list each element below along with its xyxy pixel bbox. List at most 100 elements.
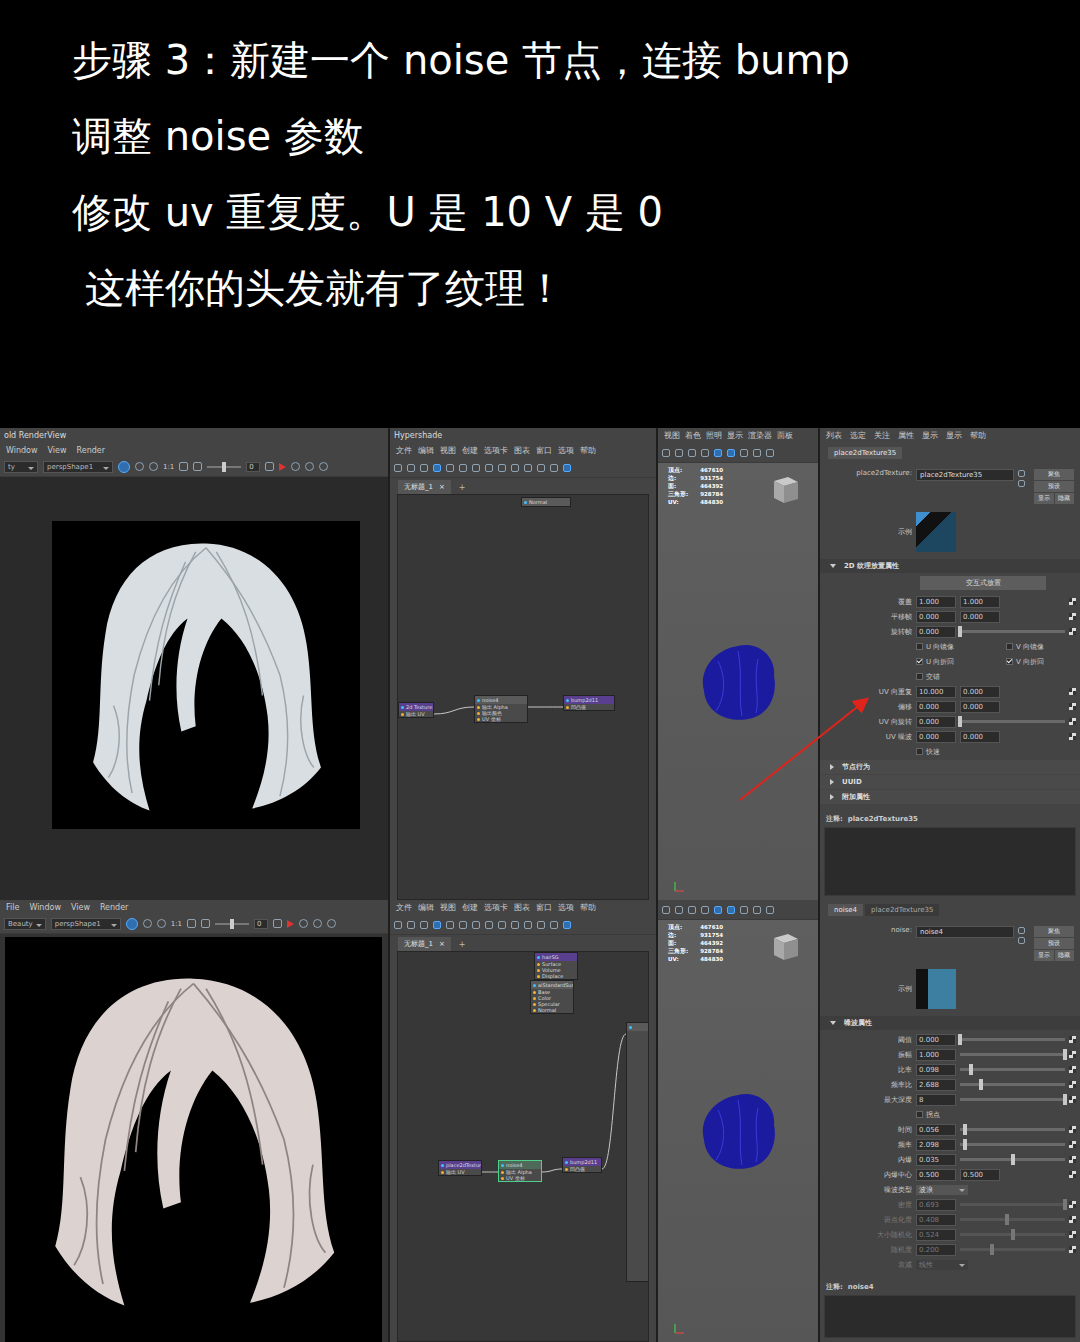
attribute-slider[interactable] <box>960 1068 1065 1071</box>
node-port[interactable]: 凹凸值 <box>564 704 614 710</box>
remove-icon[interactable] <box>472 464 480 472</box>
region-icon[interactable] <box>179 462 188 471</box>
number-field[interactable]: 8 <box>916 1094 956 1106</box>
table-icon[interactable] <box>524 464 532 472</box>
slider-knob[interactable] <box>230 919 234 929</box>
slider-knob[interactable] <box>958 716 962 727</box>
exposure-slider[interactable] <box>215 923 249 925</box>
editor-button[interactable]: 聚焦 <box>1034 926 1074 937</box>
map-texture-icon[interactable] <box>1069 733 1076 740</box>
node-port[interactable]: 输出颜色 <box>475 710 527 716</box>
add-icon[interactable] <box>459 464 467 472</box>
menu-item[interactable]: 着色 <box>685 430 701 441</box>
menu-item[interactable]: 选项 <box>558 445 574 456</box>
menu-item[interactable]: 显示 <box>922 430 938 441</box>
number-field[interactable]: 0.500 <box>916 1169 956 1181</box>
map-texture-icon[interactable] <box>1069 1036 1076 1043</box>
graph-icon[interactable] <box>394 921 402 929</box>
section-header[interactable]: 2D 纹理放置属性 <box>820 559 1080 573</box>
slider-knob[interactable] <box>969 1064 973 1075</box>
move-icon[interactable] <box>701 449 709 457</box>
search-icon[interactable] <box>550 921 558 929</box>
gear-icon[interactable] <box>327 919 336 928</box>
grid-icon[interactable] <box>485 464 493 472</box>
checkbox[interactable]: U 向镜像 <box>916 642 1002 652</box>
grid-view-icon[interactable] <box>714 906 722 914</box>
focus-input-icon[interactable] <box>1018 927 1025 934</box>
bookmark-icon[interactable] <box>305 462 314 471</box>
number-field[interactable]: 0.000 <box>960 611 1000 623</box>
input-icon[interactable] <box>407 921 415 929</box>
interactive-placement-button[interactable]: 交互式放置 <box>920 576 1046 590</box>
map-texture-icon[interactable] <box>1069 1066 1076 1073</box>
attribute-slider[interactable] <box>960 1128 1065 1131</box>
map-texture-icon[interactable] <box>1069 628 1076 635</box>
editor-button[interactable]: 预设 <box>1034 481 1074 492</box>
layout-four-icon[interactable] <box>753 906 761 914</box>
number-field[interactable]: 0.000 <box>916 611 956 623</box>
gear-icon[interactable] <box>319 462 328 471</box>
slider-knob[interactable] <box>222 462 226 472</box>
shader-node[interactable] <box>626 1022 649 1282</box>
checkbox[interactable]: V 向折回 <box>1006 657 1076 667</box>
node-port[interactable]: UV 坐标 <box>499 1175 541 1181</box>
attribute-slider[interactable] <box>960 1038 1065 1041</box>
checkbox[interactable]: 交错 <box>916 672 1002 682</box>
input-icon[interactable] <box>407 464 415 472</box>
layout-one-icon[interactable] <box>727 449 735 457</box>
node-port[interactable]: 输出 Alpha <box>499 1169 541 1175</box>
number-field[interactable]: 1.000 <box>916 1049 956 1061</box>
layer-dropdown[interactable]: ty <box>4 461 38 473</box>
snapshot-icon[interactable] <box>157 919 166 928</box>
number-field[interactable]: 0.000 <box>916 731 956 743</box>
slider-knob[interactable] <box>958 1034 962 1045</box>
add-icon[interactable] <box>459 921 467 929</box>
map-texture-icon[interactable] <box>1069 598 1076 605</box>
node-port[interactable]: Displace <box>535 973 577 979</box>
view-cube-icon[interactable] <box>768 473 802 507</box>
editor-button[interactable]: 聚焦 <box>1034 469 1074 480</box>
settings-icon[interactable] <box>193 462 202 471</box>
notes-field[interactable] <box>824 1295 1076 1338</box>
exposure-field[interactable]: 0 <box>246 462 260 472</box>
menu-item[interactable]: 编辑 <box>418 902 434 913</box>
settings-icon[interactable] <box>201 919 210 928</box>
menu-item[interactable]: 文件 <box>396 902 412 913</box>
menu-item[interactable]: 创建 <box>462 902 478 913</box>
view-cube-icon[interactable] <box>768 930 802 964</box>
play-icon[interactable] <box>279 463 286 471</box>
menu-item[interactable]: 文件 <box>396 445 412 456</box>
ipr-icon[interactable] <box>135 462 144 471</box>
shader-node[interactable]: bump2d11凹凸值 <box>562 1157 602 1173</box>
menu-item[interactable]: 视图 <box>440 445 456 456</box>
map-texture-icon[interactable] <box>1069 1246 1076 1253</box>
number-field[interactable]: 0.000 <box>960 731 1000 743</box>
add-tab-button[interactable]: + <box>453 481 472 494</box>
number-field[interactable]: 0.056 <box>916 1124 956 1136</box>
focus-input-icon[interactable] <box>1018 470 1025 477</box>
shader-node[interactable]: 2d Texture35输出 UV <box>398 702 434 718</box>
node-port[interactable]: Volume <box>535 967 577 973</box>
attribute-slider[interactable] <box>960 1053 1065 1056</box>
menu-item[interactable]: 视图 <box>440 902 456 913</box>
layout-two-icon[interactable] <box>740 906 748 914</box>
slider-knob[interactable] <box>990 1244 994 1255</box>
slider-knob[interactable] <box>1063 1199 1067 1210</box>
editor-button[interactable]: 隐藏 <box>1055 493 1075 504</box>
graph-icon[interactable] <box>394 464 402 472</box>
number-field[interactable]: 0.035 <box>916 1154 956 1166</box>
number-field[interactable]: 0.000 <box>960 686 1000 698</box>
shader-node[interactable]: noise4输出 AlphaUV 坐标 <box>498 1160 542 1182</box>
exposure-slider[interactable] <box>207 466 241 468</box>
slider-knob[interactable] <box>1011 1154 1015 1165</box>
viewport-3d[interactable]: 顶点:467610边:931754面:464392三角形:928784UV:48… <box>658 920 818 1342</box>
section-header[interactable]: 节点行为 <box>820 760 1080 774</box>
refresh-icon[interactable] <box>291 462 300 471</box>
menu-item[interactable]: 帮助 <box>580 445 596 456</box>
map-texture-icon[interactable] <box>1069 1201 1076 1208</box>
map-texture-icon[interactable] <box>1069 1141 1076 1148</box>
bookmark-icon[interactable] <box>313 919 322 928</box>
menu-item[interactable]: 视图 <box>664 430 680 441</box>
menu-item[interactable]: 图表 <box>514 445 530 456</box>
number-field[interactable]: 1.000 <box>916 596 956 608</box>
